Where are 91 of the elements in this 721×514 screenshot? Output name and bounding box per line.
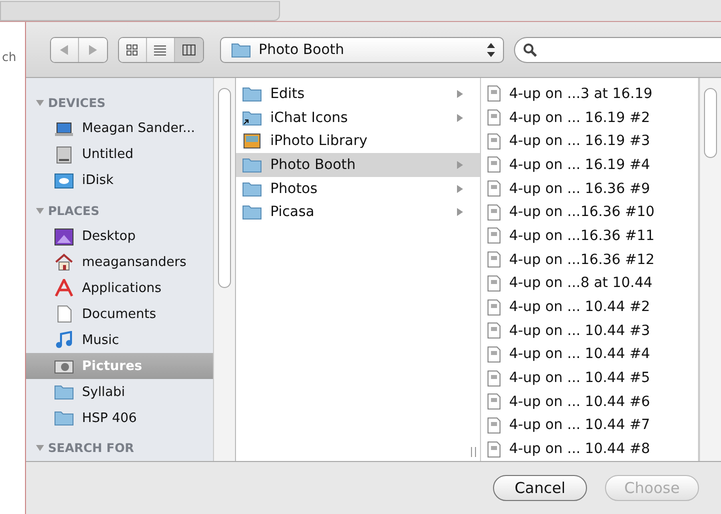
file-row[interactable]: 4-up on ... 10.44 #6 — [481, 390, 698, 414]
folder-icon — [242, 156, 262, 173]
list-view-button[interactable] — [146, 38, 175, 62]
sidebar-item[interactable]: meagansanders — [26, 250, 214, 276]
image-file-icon — [487, 440, 502, 458]
sidebar-item[interactable]: Music — [26, 327, 214, 354]
sidebar-item[interactable]: Desktop — [26, 224, 214, 250]
image-file-icon — [487, 393, 502, 410]
search-field[interactable] — [514, 36, 721, 62]
disclosure-triangle-icon — [36, 206, 44, 215]
folder-icon — [54, 410, 74, 426]
image-file-icon — [487, 416, 502, 434]
desktop-icon — [54, 228, 74, 246]
file-row[interactable]: 4-up on ...16.36 #10 — [481, 200, 698, 224]
icons-view-icon — [125, 44, 140, 56]
disclosure-triangle-icon — [36, 98, 44, 107]
laptop-icon — [54, 120, 74, 137]
sidebar-item[interactable]: HSP 406 — [26, 405, 214, 431]
file-row[interactable]: 4-up on ... 10.44 #5 — [481, 366, 698, 390]
image-file-icon — [487, 227, 502, 244]
list-view-icon — [153, 44, 168, 56]
location-dropdown[interactable]: Photo Booth — [220, 36, 504, 62]
folder-row[interactable]: Edits — [236, 82, 480, 106]
folder-icon — [54, 384, 74, 400]
file-row[interactable]: 4-up on ... 16.36 #9 — [481, 176, 698, 200]
chevron-right-icon — [456, 90, 464, 98]
image-file-icon — [487, 346, 502, 363]
image-file-icon — [487, 132, 502, 150]
background-text: ch — [1, 50, 18, 64]
browser-tab[interactable] — [0, 1, 280, 21]
folder-icon — [230, 42, 251, 58]
folder-icon — [242, 204, 262, 220]
sidebar-item[interactable]: Meagan Sander... — [26, 116, 214, 142]
file-row[interactable]: 4-up on ... 10.44 #2 — [481, 295, 698, 319]
sidebar-item[interactable]: Untitled — [26, 142, 214, 168]
columns-view-icon — [182, 44, 196, 56]
folder-icon — [242, 86, 262, 102]
stepper-arrows-icon — [487, 42, 495, 56]
folder-row[interactable]: Photo Booth — [236, 153, 480, 177]
folder-row[interactable]: Photos — [236, 176, 480, 200]
file-row[interactable]: 4-up on ...16.36 #12 — [481, 248, 698, 272]
disclosure-triangle-icon — [36, 444, 44, 452]
image-file-icon — [487, 156, 502, 174]
search-icon — [523, 42, 537, 56]
folder-row[interactable]: iChat Icons — [236, 106, 480, 130]
sidebar-item[interactable]: iDisk — [26, 168, 214, 194]
folder-row[interactable]: iPhoto Library — [236, 129, 480, 154]
file-row[interactable]: 4-up on ... 10.44 #8 — [481, 437, 698, 461]
file-row[interactable]: 4-up on ...3 at 16.19 — [481, 82, 698, 106]
columns-view-button[interactable] — [174, 38, 203, 62]
folder-row[interactable]: Picasa — [236, 200, 480, 224]
file-row[interactable]: 4-up on ... 10.44 #4 — [481, 342, 698, 366]
file-row[interactable]: 4-up on ...16.36 #11 — [481, 224, 698, 248]
image-file-icon — [487, 322, 502, 340]
resize-handle[interactable] — [471, 447, 476, 457]
photo-library-icon — [242, 133, 262, 150]
cancel-button[interactable]: Cancel — [493, 475, 587, 501]
file-row[interactable]: 4-up on ... 10.44 #3 — [481, 318, 698, 343]
drive-icon — [54, 146, 74, 164]
file-row[interactable]: 4-up on ...8 at 10.44 — [481, 272, 698, 296]
file-row[interactable]: 4-up on ... 10.44 #7 — [481, 414, 698, 438]
house-icon — [54, 253, 74, 272]
music-note-icon — [54, 331, 74, 350]
file-row[interactable]: 4-up on ... 16.19 #3 — [481, 129, 698, 154]
cloud-drive-icon — [54, 172, 74, 189]
chevron-right-icon — [456, 184, 464, 193]
file-row[interactable]: 4-up on ... 16.19 #2 — [481, 106, 698, 130]
applications-icon — [54, 279, 74, 298]
sidebar-item[interactable]: Syllabi — [26, 379, 214, 406]
chevron-right-icon — [456, 160, 464, 169]
image-file-icon — [487, 85, 502, 102]
image-file-icon — [487, 251, 502, 268]
image-file-icon — [487, 204, 502, 221]
image-file-icon — [487, 274, 502, 292]
chevron-right-icon — [456, 114, 464, 122]
alias-folder-icon — [242, 110, 262, 126]
image-file-icon — [487, 109, 502, 126]
camera-icon — [54, 358, 74, 374]
scrollbar[interactable] — [699, 78, 721, 461]
icons-view-button[interactable] — [118, 38, 147, 62]
sidebar-item[interactable]: Applications — [26, 275, 214, 302]
chevron-right-icon — [456, 208, 464, 216]
file-row[interactable]: 4-up on ... 16.19 #4 — [481, 153, 698, 177]
sidebar-item[interactable]: Documents — [26, 301, 214, 328]
arrow-left-icon — [60, 44, 69, 54]
scrollbar[interactable] — [213, 78, 236, 461]
arrow-right-icon — [88, 44, 98, 54]
image-file-icon — [487, 180, 502, 198]
folder-icon — [242, 180, 262, 197]
image-file-icon — [487, 298, 502, 316]
image-file-icon — [487, 370, 502, 387]
